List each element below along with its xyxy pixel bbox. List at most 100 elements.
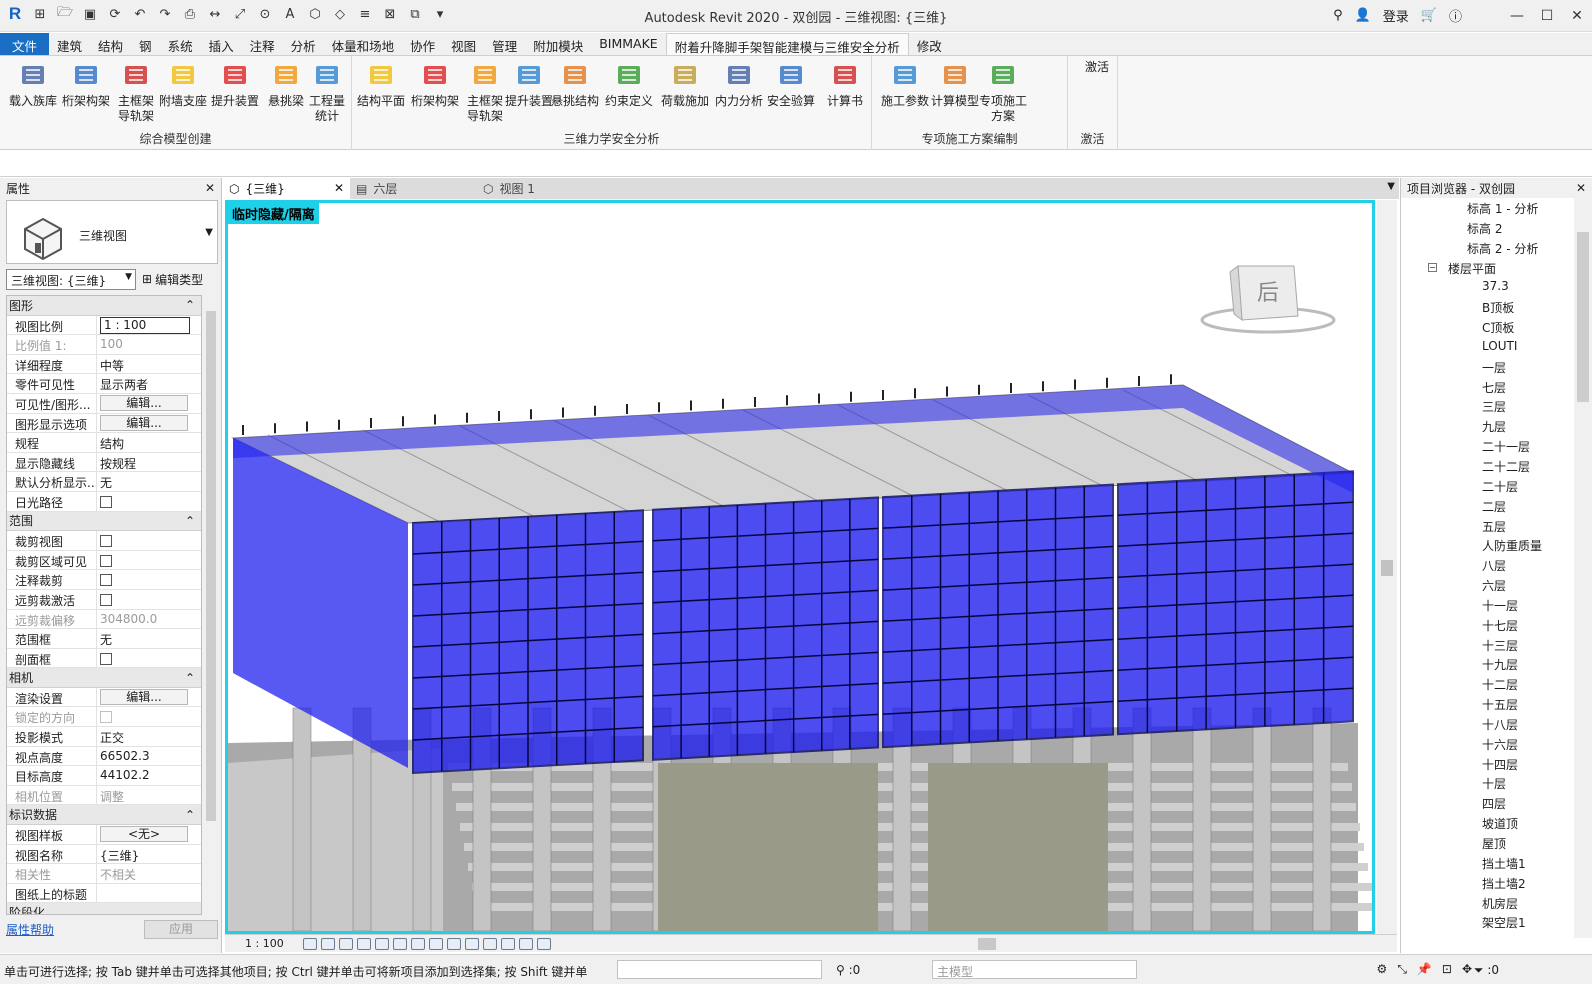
help-icon[interactable]: ⓘ [1449, 6, 1462, 25]
reveal-hidden-icon[interactable] [465, 937, 479, 950]
show-crop-icon[interactable] [411, 937, 425, 950]
viewport-vertical-scrollbar[interactable] [1377, 200, 1397, 934]
redo-icon[interactable]: ↷ [156, 5, 174, 23]
browser-item[interactable]: 屋顶 [1401, 833, 1575, 853]
browser-item[interactable]: 九层 [1401, 416, 1575, 436]
dimension-icon[interactable]: ⤢ [231, 5, 249, 23]
worksharing-display-icon[interactable] [537, 937, 551, 950]
3d-viewport[interactable]: 临时隐藏/隔离 后 [225, 200, 1375, 934]
filter-count[interactable]: ⏷ :0 [1474, 963, 1499, 978]
sun-path-icon[interactable] [339, 937, 353, 950]
browser-item[interactable]: 十七层 [1401, 615, 1575, 635]
property-value[interactable]: 44102.2 [97, 766, 201, 785]
property-value[interactable] [97, 531, 201, 550]
tab-3[interactable]: 钢 [131, 33, 160, 55]
tab-13[interactable]: BIMMAKE [591, 33, 665, 55]
browser-item[interactable]: 二十一层 [1401, 436, 1575, 456]
collapse-icon[interactable]: ⌃ [185, 514, 195, 528]
view-tab-2[interactable]: ⬡ 视图 1 [477, 178, 604, 199]
property-value[interactable]: {三维} [97, 845, 201, 864]
ribbon-tool-1-0[interactable]: 结构平面 [356, 60, 406, 109]
ribbon-tool-2-2[interactable]: 专项施工方案 [978, 60, 1028, 124]
browser-item[interactable]: 十五层 [1401, 694, 1575, 714]
home-icon[interactable]: ⊞ [31, 5, 49, 23]
browser-item[interactable]: 十层 [1401, 773, 1575, 793]
tab-6[interactable]: 注释 [242, 33, 283, 55]
browser-item[interactable]: 五层 [1401, 516, 1575, 536]
checkbox[interactable] [100, 711, 112, 724]
section-icon[interactable]: ◇ [331, 5, 349, 23]
checkbox[interactable] [100, 495, 112, 508]
close-icon[interactable]: ✕ [205, 181, 215, 195]
select-by-face-icon[interactable]: ⊡ [1442, 962, 1452, 977]
edit-button[interactable]: <无> [100, 826, 188, 843]
browser-item[interactable]: 十九层 [1401, 654, 1575, 674]
property-value[interactable]: 结构 [97, 433, 201, 452]
ribbon-tool-1-9[interactable]: 计算书 [820, 60, 870, 109]
temporary-hide-icon[interactable] [447, 937, 461, 950]
property-value[interactable]: 66502.3 [97, 747, 201, 766]
measure-icon[interactable]: ↔ [206, 5, 224, 23]
visual-style-icon[interactable] [321, 937, 335, 950]
sync-icon[interactable]: ⟳ [106, 5, 124, 23]
browser-item[interactable]: 八层 [1401, 555, 1575, 575]
checkbox[interactable] [100, 574, 112, 587]
browser-item[interactable]: 机房层 [1401, 893, 1575, 913]
browser-item[interactable]: − 楼层平面 [1401, 258, 1575, 278]
property-value[interactable]: 不相关 [97, 864, 201, 883]
collapse-icon[interactable]: ⌄ [185, 906, 195, 914]
tab-7[interactable]: 分析 [283, 33, 324, 55]
ribbon-tool-1-6[interactable]: 荷载施加 [660, 60, 710, 109]
revit-logo-icon[interactable]: R [6, 4, 24, 23]
tab-11[interactable]: 管理 [484, 33, 525, 55]
tab-4[interactable]: 系统 [160, 33, 201, 55]
save-icon[interactable]: ▣ [81, 5, 99, 23]
browser-item[interactable]: 人防重质量 [1401, 535, 1575, 555]
ribbon-tool-0-0[interactable]: 载入族库 [8, 60, 58, 109]
chevron-down-icon[interactable]: ▼ [205, 227, 213, 238]
reveal-constraints-icon[interactable] [519, 937, 533, 950]
browser-scrollbar[interactable] [1574, 198, 1592, 938]
browser-item[interactable]: 一层 [1401, 357, 1575, 377]
property-value[interactable] [97, 707, 201, 726]
property-value[interactable]: 正交 [97, 727, 201, 746]
apply-button[interactable]: 应用 [144, 919, 218, 939]
browser-item[interactable]: 标高 1 - 分析 [1401, 198, 1575, 218]
workset-selector[interactable] [617, 960, 822, 979]
browser-item[interactable]: 七层 [1401, 377, 1575, 397]
browser-item[interactable]: 十八层 [1401, 714, 1575, 734]
browser-item[interactable]: 37.3 [1401, 277, 1575, 297]
ribbon-tool-3-0[interactable]: 激活 [1072, 60, 1122, 75]
analytical-model-icon[interactable] [483, 937, 497, 950]
print-icon[interactable]: ⎙ [181, 5, 199, 23]
browser-item[interactable]: 标高 2 - 分析 [1401, 238, 1575, 258]
property-section[interactable]: 标识数据 ⌃ [7, 805, 201, 826]
property-value[interactable] [97, 649, 201, 668]
checkbox[interactable] [100, 535, 112, 548]
tab-0[interactable]: 文件 [0, 33, 50, 55]
instance-selector[interactable]: 三维视图: {三维} ▼ [6, 268, 136, 290]
edit-button[interactable]: 编辑... [100, 394, 188, 411]
ribbon-tool-0-3[interactable]: 附墙支座 [158, 60, 208, 109]
view-tab-1[interactable]: ▤ 六层 [350, 178, 477, 199]
property-section[interactable]: 范围 ⌃ [7, 511, 201, 532]
tab-10[interactable]: 视图 [443, 33, 484, 55]
select-links-icon[interactable]: ⚙ [1377, 962, 1388, 977]
property-value[interactable]: 编辑... [97, 414, 201, 433]
open-icon[interactable]: 🗁 [56, 5, 74, 23]
ribbon-tool-1-5[interactable]: 约束定义 [604, 60, 654, 109]
ribbon-tool-1-3[interactable]: 提升装置 [504, 60, 554, 109]
browser-item[interactable]: 架空层1 [1401, 912, 1575, 932]
view-tab-0[interactable]: ⬡ {三维} ✕ [223, 178, 350, 199]
browser-item[interactable]: 二十二层 [1401, 456, 1575, 476]
ribbon-tool-1-4[interactable]: 悬挑结构 [550, 60, 600, 109]
property-value[interactable]: 304800.0 [97, 610, 201, 629]
design-option-selector[interactable]: 主模型 [932, 960, 1137, 979]
browser-item[interactable]: 坡道顶 [1401, 813, 1575, 833]
select-underlay-icon[interactable]: ⤡ [1397, 962, 1407, 977]
property-value[interactable] [97, 570, 201, 589]
ribbon-tool-0-6[interactable]: 工程量 统计 [302, 60, 352, 124]
browser-item[interactable]: 六层 [1401, 575, 1575, 595]
close-tab-icon[interactable]: ✕ [334, 181, 344, 195]
detail-level-icon[interactable] [303, 937, 317, 950]
